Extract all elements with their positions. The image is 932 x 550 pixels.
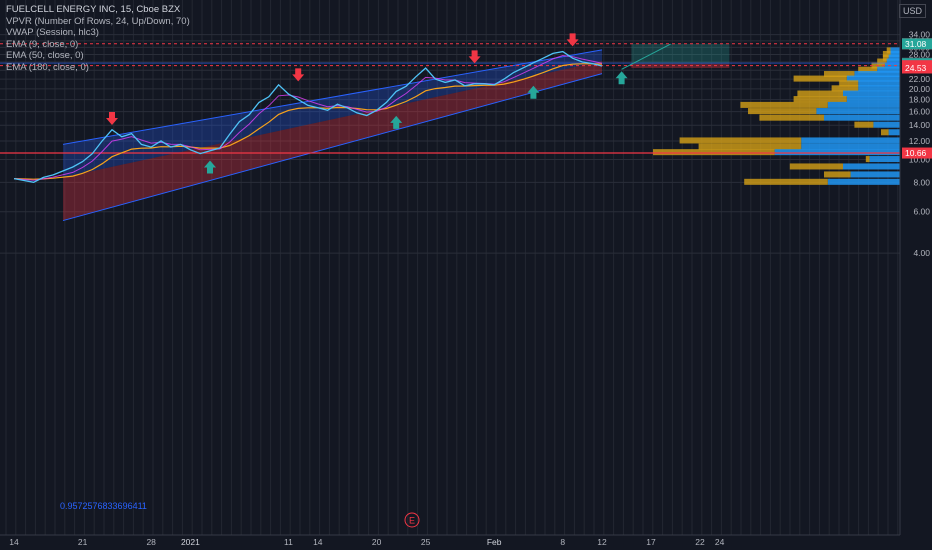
volume-bar-up [850,171,900,178]
volume-bar-down [793,75,847,82]
chart-area[interactable]: E34.0032.0030.0028.0026.0024.0022.0020.0… [0,0,932,550]
x-tick-label: 25 [421,537,431,547]
volume-bar-up [774,149,900,156]
x-tick-label: 21 [78,537,88,547]
volume-bar-down [865,156,870,163]
volume-bar-down [797,90,843,97]
volume-bar-down [793,96,847,103]
x-tick-label: 14 [9,537,19,547]
y-tick-label: 14.00 [909,120,931,130]
volume-bar-down [744,178,828,185]
y-tick-label: 20.00 [909,84,931,94]
volume-bar-up [801,143,900,150]
volume-bar-up [869,156,900,163]
x-tick-label: 2021 [181,537,200,547]
x-tick-label: 11 [284,537,293,547]
y-tick-label: 6.00 [913,207,930,217]
y-tick-label: 12.00 [909,136,931,146]
y-tick-label: 22.00 [909,74,931,84]
x-tick-label: 20 [372,537,382,547]
x-tick-label: 17 [646,537,656,547]
volume-bar-down [740,101,828,108]
earnings-marker-label: E [409,516,415,526]
volume-bar-down [698,143,802,150]
volume-bar-up [801,137,900,144]
volume-bar-down [653,149,775,156]
volume-bar-down [759,114,824,121]
volume-bar-down [824,171,851,178]
volume-bar-up [816,108,900,115]
y-tick-label: 18.00 [909,95,931,105]
x-tick-label: 8 [560,537,565,547]
x-tick-label: 22 [695,537,705,547]
volume-bar-down [854,121,874,128]
volume-bar-down [748,108,817,115]
volume-bar-up [846,96,900,103]
volume-bar-down [881,129,889,136]
volume-bar-up [843,90,900,97]
x-tick-label: 12 [597,537,607,547]
y-tick-label: 8.00 [913,177,930,187]
x-tick-label: 24 [715,537,725,547]
volume-bar-up [824,114,900,121]
currency-label[interactable]: USD [898,4,926,18]
y-tick-label: 16.00 [909,107,931,117]
volume-bar-up [858,85,900,92]
x-tick-label: 28 [146,537,156,547]
fib-value-label: 0.9572576833696411 [60,501,147,511]
price-label-text: 24.53 [905,63,927,73]
volume-bar-down [679,137,802,144]
volume-bar-up [888,129,900,136]
time-axis-background [0,535,932,550]
price-label-text: 31.08 [905,39,927,49]
price-label-text: 10.66 [905,148,927,158]
x-tick-label: Feb [487,537,502,547]
volume-bar-down [831,85,859,92]
volume-bar-up [843,163,900,170]
volume-bar-down [789,163,843,170]
chart-canvas[interactable]: E34.0032.0030.0028.0026.0024.0022.0020.0… [0,0,932,550]
volume-bar-up [827,178,900,185]
position-target-zone [631,43,730,64]
volume-bar-up [827,101,900,108]
x-tick-label: 14 [313,537,323,547]
volume-bar-up [873,121,900,128]
y-tick-label: 4.00 [913,248,930,258]
